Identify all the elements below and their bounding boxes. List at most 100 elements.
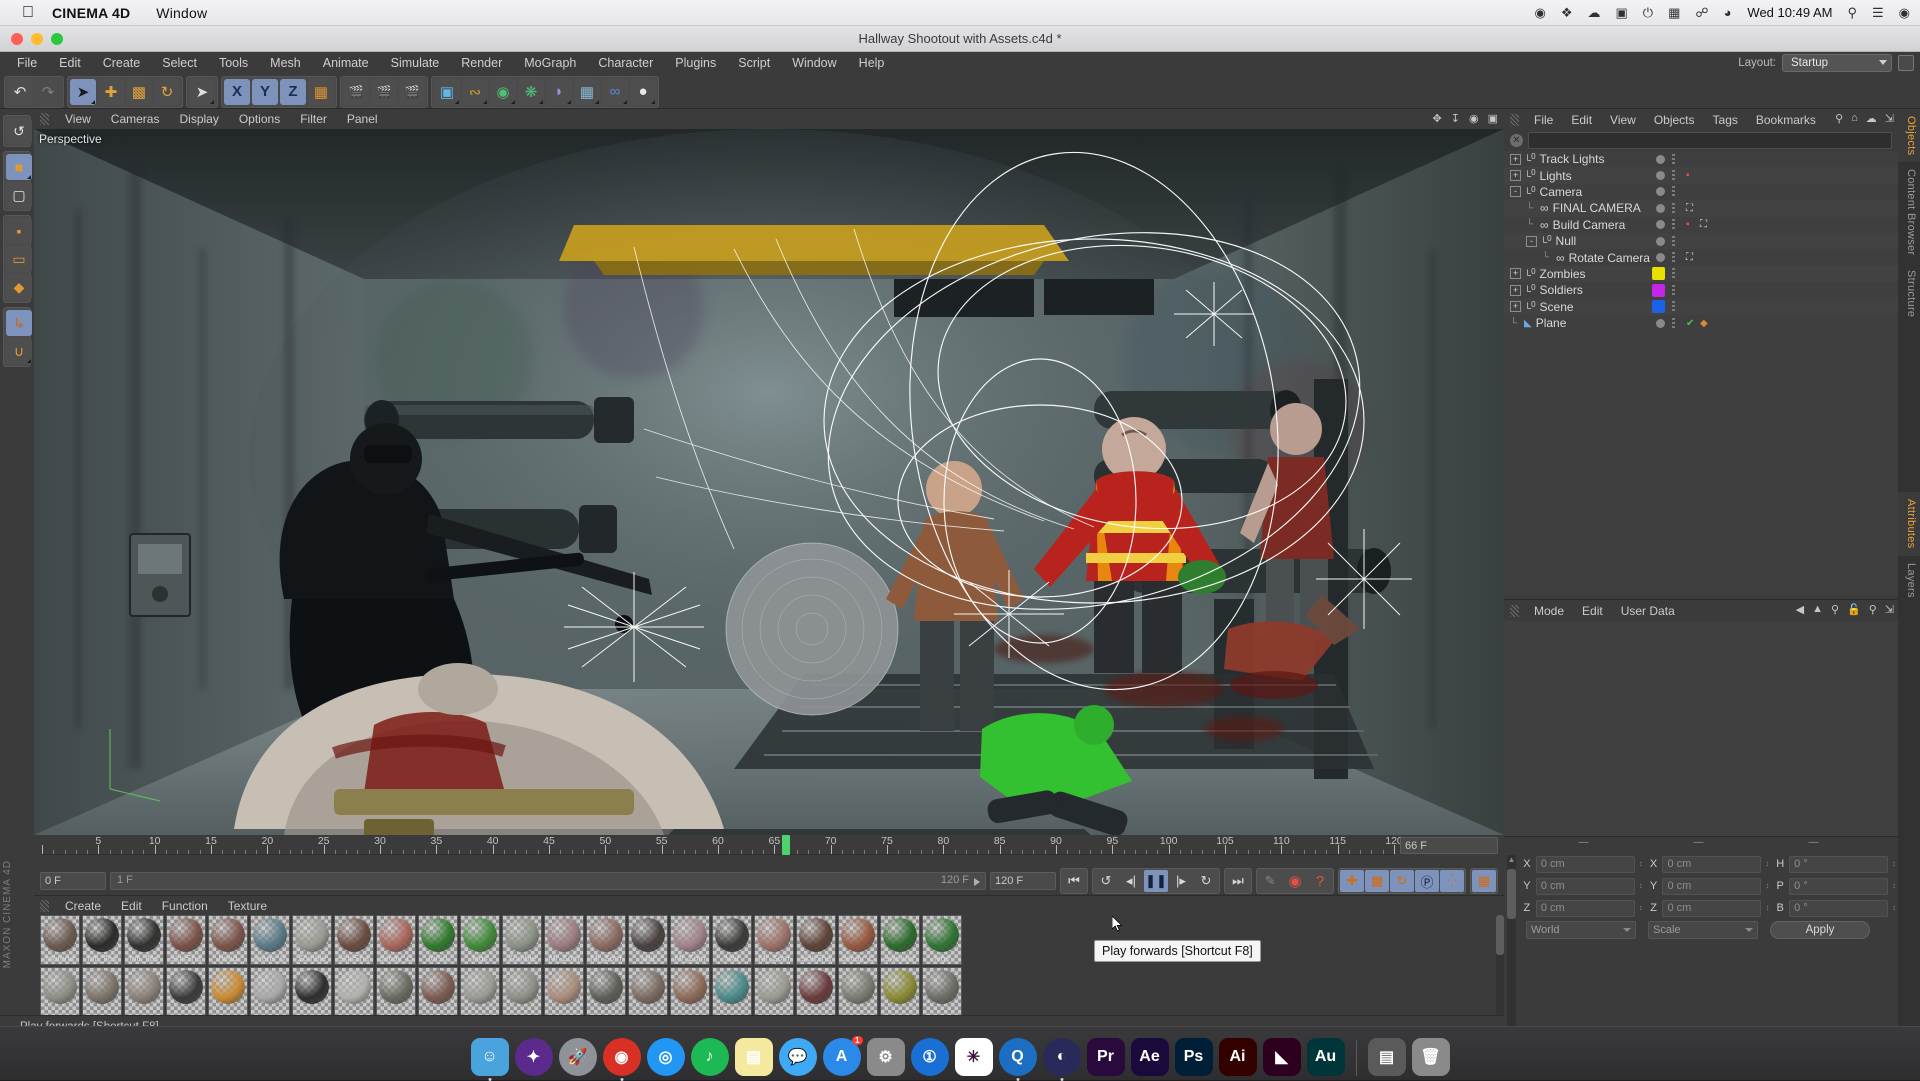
generator-object[interactable]: ◉	[490, 79, 516, 105]
expander-icon[interactable]: -	[1526, 236, 1537, 247]
coord-size-z-field[interactable]: 0 cm	[1662, 900, 1761, 917]
dock-item-audition[interactable]: Au	[1307, 1038, 1345, 1076]
visibility-toggle-dots[interactable]	[1672, 268, 1675, 279]
polygon-mode-tool[interactable]: ◆	[6, 274, 32, 300]
object-tree-row[interactable]: └∞Rotate Camera⛶	[1504, 249, 1898, 265]
scroll-thumb[interactable]	[1507, 869, 1516, 919]
home-icon[interactable]: ⌂	[1851, 112, 1858, 125]
material-swatch[interactable]	[460, 967, 500, 1015]
material-swatch[interactable]	[502, 967, 542, 1015]
autokey-button[interactable]: ✎	[1258, 870, 1282, 892]
render-region-button[interactable]: 🎬	[371, 79, 397, 105]
current-frame-field[interactable]: 66 F	[1400, 837, 1498, 854]
dock-item-trash[interactable]: 🗑	[1412, 1038, 1450, 1076]
menu-mograph[interactable]: MoGraph	[513, 52, 587, 75]
lock-x-axis[interactable]: X	[224, 79, 250, 105]
object-tree-row[interactable]: +└0Scene	[1504, 299, 1898, 315]
dock-item-1password[interactable]: ①	[911, 1038, 949, 1076]
dock-item-cinema4d[interactable]: ◐	[1043, 1038, 1081, 1076]
menu-animate[interactable]: Animate	[312, 52, 380, 75]
dock-item-finder[interactable]: ☺	[471, 1038, 509, 1076]
protection-tag-icon[interactable]: ⛶	[1686, 252, 1693, 263]
go-to-start-button[interactable]: ⏮	[1062, 870, 1086, 892]
material-swatch[interactable]: Zombie	[292, 915, 332, 965]
menu-create[interactable]: Create	[92, 52, 152, 75]
coord-rotation-p-field[interactable]: 0 °	[1789, 878, 1888, 895]
camera-icon[interactable]: ∞	[1540, 201, 1549, 215]
cloud-icon[interactable]: ☁	[1866, 112, 1877, 125]
null-object-icon[interactable]: └0	[1524, 168, 1536, 182]
expander-icon[interactable]: +	[1510, 268, 1521, 279]
menu-plugins[interactable]: Plugins	[664, 52, 727, 75]
menu-tools[interactable]: Tools	[208, 52, 259, 75]
object-layer-color-swatch[interactable]	[1652, 300, 1665, 313]
clear-search-icon[interactable]: ✕	[1510, 134, 1523, 147]
object-tree-row[interactable]: +└0Lights▪	[1504, 167, 1898, 183]
zoom-button[interactable]	[51, 33, 63, 45]
dock-item-messages[interactable]: 💬	[779, 1038, 817, 1076]
tab-structure[interactable]: Structure	[1898, 263, 1920, 324]
material-scrollbar[interactable]	[1496, 915, 1504, 1015]
stepper-icon[interactable]: ↕	[1637, 882, 1645, 890]
timeline-ruler-panel[interactable]: 5101520253035404550556065707580859095100…	[34, 835, 1504, 867]
coord-size-y-field[interactable]: 0 cm	[1662, 878, 1761, 895]
visibility-toggle-dots[interactable]	[1672, 186, 1675, 197]
spline-pen[interactable]: ∾	[462, 79, 488, 105]
camera-object[interactable]: ∞	[602, 79, 628, 105]
expander-icon[interactable]: +	[1510, 301, 1521, 312]
material-swatch[interactable]: legs	[922, 915, 962, 965]
null-object-icon[interactable]: └0	[1524, 152, 1536, 166]
material-swatch[interactable]: Zombie	[502, 915, 542, 965]
visibility-dot-icon[interactable]	[1656, 237, 1665, 246]
material-swatch[interactable]: decay_C	[838, 915, 878, 965]
material-swatch[interactable]: materia	[40, 915, 80, 965]
panel-grip-icon[interactable]	[40, 113, 49, 125]
coord-size-x-field[interactable]: 0 cm	[1662, 856, 1761, 873]
visibility-dot-icon[interactable]	[1656, 319, 1665, 328]
menu-mesh[interactable]: Mesh	[259, 52, 312, 75]
timeline-toggle-button[interactable]: ▦	[1472, 870, 1496, 892]
object-tree-row[interactable]: -└0Camera	[1504, 184, 1898, 200]
pan-icon[interactable]: ✥	[1433, 112, 1442, 125]
parameter-key-button[interactable]: Ⓟ	[1415, 870, 1439, 892]
camera-icon[interactable]: ∞	[1556, 251, 1565, 265]
scale-key-button[interactable]: ▩	[1365, 870, 1389, 892]
coord-position-y-field[interactable]: 0 cm	[1536, 878, 1635, 895]
dock-item-chrome[interactable]: ◉	[603, 1038, 641, 1076]
dropbox-icon[interactable]: ❖	[1561, 5, 1573, 21]
material-swatch[interactable]	[880, 967, 920, 1015]
deformer-object[interactable]: ❋	[518, 79, 544, 105]
dock-item-launchpad[interactable]: 🚀	[559, 1038, 597, 1076]
visibility-dot-icon[interactable]	[1656, 204, 1665, 213]
material-swatch[interactable]: decay_C	[376, 915, 416, 965]
make-editable-tool[interactable]: ■	[6, 154, 32, 180]
object-menu-view[interactable]: View	[1601, 113, 1645, 127]
expand-icon[interactable]: ⇲	[1885, 112, 1894, 125]
material-swatch[interactable]	[838, 967, 878, 1015]
menu-help[interactable]: Help	[848, 52, 896, 75]
null-object-icon[interactable]: └0	[1540, 234, 1552, 248]
material-swatch[interactable]	[922, 967, 962, 1015]
material-swatch[interactable]: Ml_Zom	[586, 915, 626, 965]
visibility-dot-icon[interactable]	[1656, 187, 1665, 196]
size-mode-dropdown[interactable]: Scale	[1648, 921, 1758, 939]
attributes-body[interactable]	[1504, 621, 1898, 836]
object-layer-color-swatch[interactable]	[1652, 284, 1665, 297]
pin-icon[interactable]: ⚲	[1869, 603, 1877, 616]
search-icon[interactable]: ⚲	[1831, 603, 1839, 616]
stepper-icon[interactable]: ↕	[1637, 860, 1645, 868]
end-frame-field[interactable]: 120 F	[990, 872, 1056, 890]
screen-share-icon[interactable]: ▣	[1616, 5, 1628, 21]
material-swatch[interactable]	[418, 967, 458, 1015]
stepper-icon[interactable]: ↕	[1890, 904, 1898, 912]
panel-grip-icon[interactable]	[1510, 114, 1519, 126]
panel-grip-icon[interactable]	[1510, 605, 1519, 617]
dock-item-after-effects[interactable]: Ae	[1131, 1038, 1169, 1076]
null-object-icon[interactable]: └0	[1524, 283, 1536, 297]
scene-object[interactable]: ◗	[546, 79, 572, 105]
coord-position-x-field[interactable]: 0 cm	[1536, 856, 1635, 873]
dock-item-photoshop[interactable]: Ps	[1175, 1038, 1213, 1076]
material-menu-texture[interactable]: Texture	[218, 899, 277, 913]
coord-rotation-b-field[interactable]: 0 °	[1789, 900, 1888, 917]
play-forwards-button[interactable]: ❚❚	[1144, 870, 1168, 892]
